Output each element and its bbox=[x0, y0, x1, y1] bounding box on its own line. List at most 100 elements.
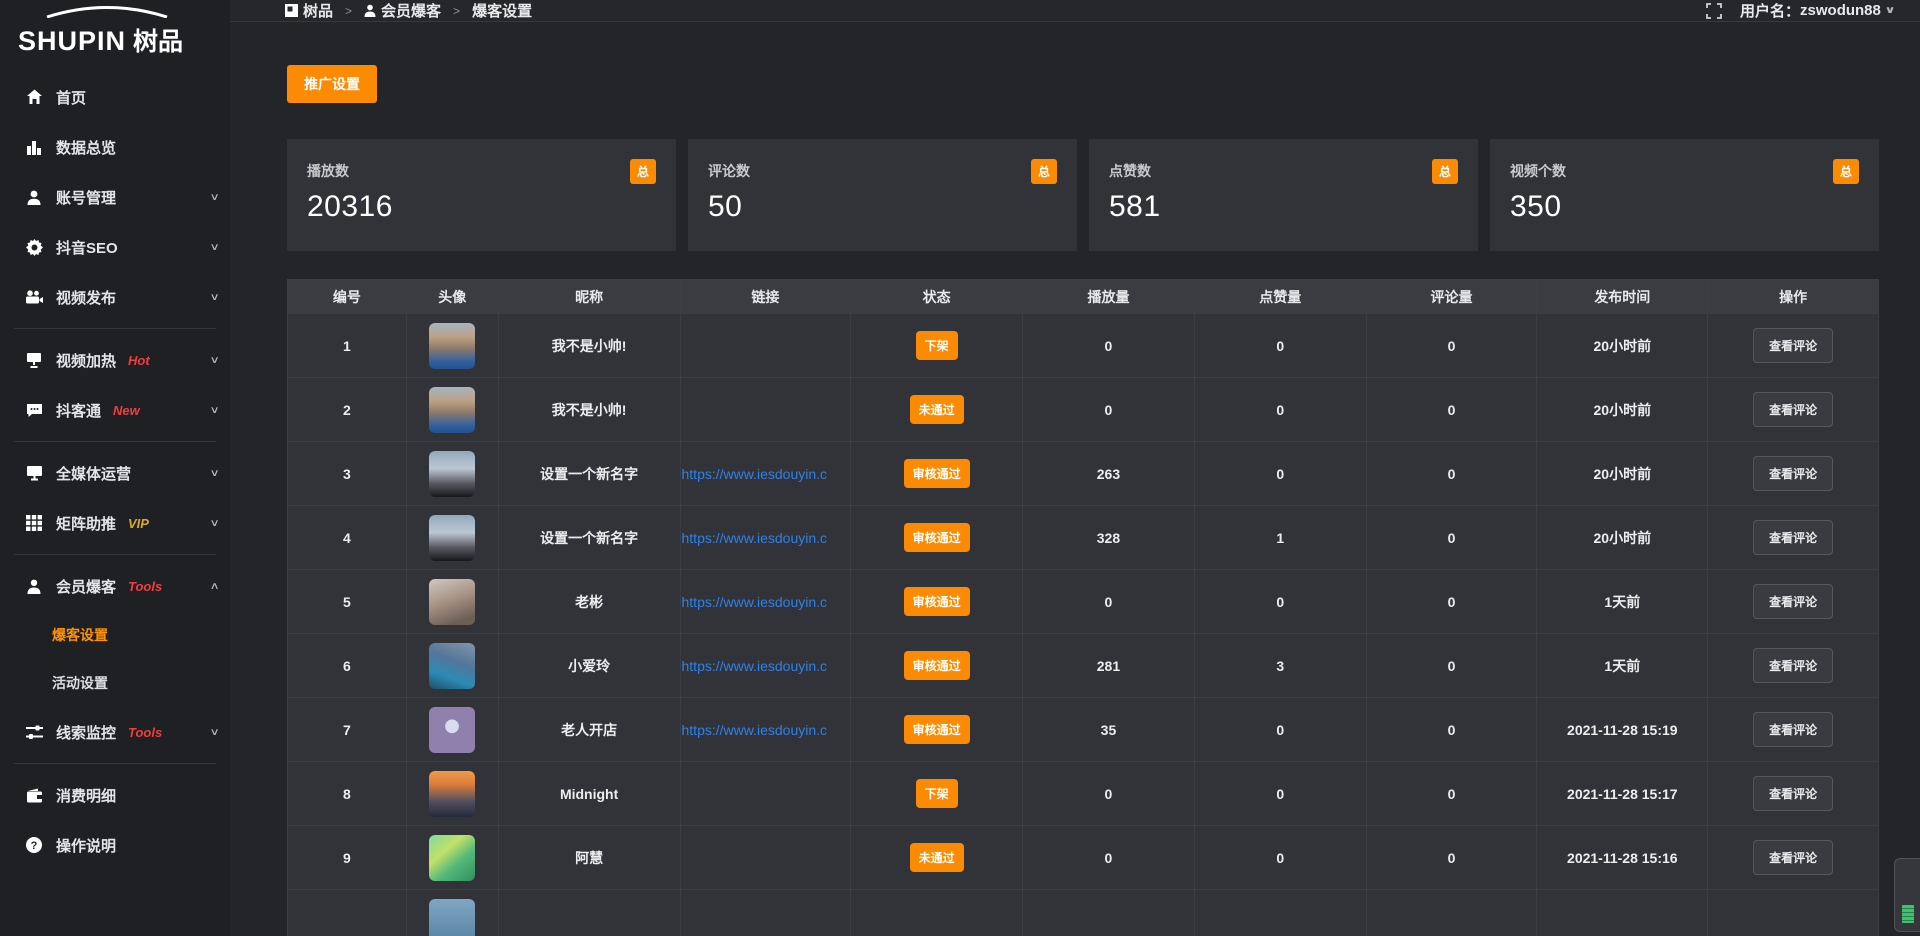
sidebar-item-data-overview[interactable]: 数据总览 bbox=[0, 122, 230, 172]
sidebar-item-douyin-seo[interactable]: 抖音SEO ∨ bbox=[0, 222, 230, 272]
cell-link: https://www.iesdouyin.c bbox=[681, 570, 852, 634]
video-link[interactable]: https://www.iesdouyin.c bbox=[682, 594, 828, 610]
cell-plays: 35 bbox=[1023, 698, 1195, 762]
view-comments-button[interactable]: 查看评论 bbox=[1753, 712, 1833, 747]
view-comments-button[interactable]: 查看评论 bbox=[1753, 584, 1833, 619]
cell-nickname: 小爱玲 bbox=[499, 634, 681, 698]
table-row: 8 Midnight 下架 0 0 0 2021-11-28 15:17 查看评… bbox=[288, 762, 1878, 826]
stat-card-videos: 视频个数 总 350 bbox=[1490, 139, 1879, 251]
sidebar-item-douketong[interactable]: 抖客通 New ∨ bbox=[0, 385, 230, 435]
brand-name-en: SHUPIN bbox=[18, 26, 126, 56]
fullscreen-icon[interactable] bbox=[1706, 3, 1722, 19]
column-header-likes: 点赞量 bbox=[1195, 280, 1367, 314]
sidebar-item-label: 账号管理 bbox=[56, 187, 116, 208]
sidebar-item-instructions[interactable]: ? 操作说明 bbox=[0, 820, 230, 870]
page-content: 推广设置 播放数 总 20316 评论数 总 50 点赞数 总 bbox=[230, 22, 1920, 936]
sidebar-subitem-baoke-settings[interactable]: 爆客设置 bbox=[0, 611, 230, 659]
chevron-down-icon: ∨ bbox=[209, 518, 219, 529]
view-comments-button[interactable]: 查看评论 bbox=[1753, 392, 1833, 427]
cell-nickname: 设置一个新名字 bbox=[499, 506, 681, 570]
cell-avatar bbox=[407, 826, 499, 890]
chevron-down-icon: ∨ bbox=[209, 292, 219, 303]
cell-link bbox=[681, 378, 852, 442]
status-button[interactable]: 审核通过 bbox=[904, 523, 970, 552]
status-button[interactable]: 下架 bbox=[916, 779, 958, 808]
view-comments-button[interactable]: 查看评论 bbox=[1753, 840, 1833, 875]
logo-arc bbox=[44, 6, 170, 18]
view-comments-button[interactable]: 查看评论 bbox=[1753, 328, 1833, 363]
chevron-down-icon: ∨ bbox=[209, 405, 219, 416]
cell-comments bbox=[1367, 890, 1538, 936]
cell-comments: 0 bbox=[1367, 570, 1538, 634]
video-link[interactable]: https://www.iesdouyin.c bbox=[682, 658, 828, 674]
sidebar-item-home[interactable]: 首页 bbox=[0, 72, 230, 122]
video-link[interactable]: https://www.iesdouyin.c bbox=[682, 722, 828, 738]
stat-value: 350 bbox=[1510, 190, 1859, 224]
cell-publish-time: 20小时前 bbox=[1537, 378, 1708, 442]
cell-status: 审核通过 bbox=[851, 442, 1023, 506]
member-icon bbox=[25, 577, 43, 595]
sidebar-item-label: 线索监控 bbox=[56, 722, 116, 743]
sidebar-item-video-heating[interactable]: 视频加热 Hot ∨ bbox=[0, 335, 230, 385]
cell-actions: 查看评论 bbox=[1708, 570, 1878, 634]
tools-badge: Tools bbox=[128, 725, 162, 740]
user-icon bbox=[25, 188, 43, 206]
sidebar: SHUPIN树品 首页 数据总览 账号管理 ∨ 抖音SEO ∨ 视频发布 ∨ bbox=[0, 0, 230, 936]
status-button[interactable]: 审核通过 bbox=[904, 459, 970, 488]
video-link[interactable]: https://www.iesdouyin.c bbox=[682, 466, 828, 482]
sidebar-item-label: 操作说明 bbox=[56, 835, 116, 856]
view-comments-button[interactable]: 查看评论 bbox=[1753, 456, 1833, 491]
column-header-avatar: 头像 bbox=[407, 280, 499, 314]
new-badge: New bbox=[113, 403, 140, 418]
cell-nickname: 老人开店 bbox=[499, 698, 681, 762]
service-float-widget[interactable] bbox=[1894, 858, 1920, 932]
cell-likes: 0 bbox=[1195, 826, 1367, 890]
status-button[interactable]: 下架 bbox=[916, 331, 958, 360]
status-button[interactable]: 审核通过 bbox=[904, 651, 970, 680]
cell-id: 7 bbox=[288, 698, 407, 762]
status-button[interactable]: 审核通过 bbox=[904, 715, 970, 744]
sidebar-item-label: 矩阵助推 bbox=[56, 513, 116, 534]
cell-actions: 查看评论 bbox=[1708, 506, 1878, 570]
stat-cards: 播放数 总 20316 评论数 总 50 点赞数 总 581 bbox=[287, 139, 1879, 251]
stat-label: 播放数 bbox=[307, 159, 349, 181]
sidebar-divider bbox=[14, 328, 216, 329]
sidebar-item-label: 数据总览 bbox=[56, 137, 116, 158]
cell-likes: 1 bbox=[1195, 506, 1367, 570]
main-area: 树品 > 会员爆客 > 爆客设置 用户名：zswodun88 ∨ bbox=[230, 0, 1920, 936]
cell-publish-time bbox=[1537, 890, 1708, 936]
subitem-label: 活动设置 bbox=[52, 673, 108, 693]
sidebar-item-label: 视频发布 bbox=[56, 287, 116, 308]
sidebar-subitem-activity-settings[interactable]: 活动设置 bbox=[0, 659, 230, 707]
cell-status: 未通过 bbox=[851, 378, 1023, 442]
status-button[interactable]: 审核通过 bbox=[904, 587, 970, 616]
sidebar-item-account-mgmt[interactable]: 账号管理 ∨ bbox=[0, 172, 230, 222]
view-comments-button[interactable]: 查看评论 bbox=[1753, 520, 1833, 555]
total-badge: 总 bbox=[1833, 159, 1859, 184]
sidebar-item-video-publish[interactable]: 视频发布 ∨ bbox=[0, 272, 230, 322]
user-menu[interactable]: 用户名：zswodun88 ∨ bbox=[1740, 0, 1894, 21]
monitor-icon bbox=[25, 464, 43, 482]
cell-link bbox=[681, 314, 852, 378]
breadcrumb-item-member-baoke[interactable]: 会员爆客 bbox=[364, 0, 441, 21]
status-button[interactable]: 未通过 bbox=[910, 395, 964, 424]
breadcrumb-item-shupin[interactable]: 树品 bbox=[285, 0, 333, 21]
sidebar-item-label: 会员爆客 bbox=[56, 576, 116, 597]
cell-likes: 0 bbox=[1195, 762, 1367, 826]
sidebar-item-member-baoke[interactable]: 会员爆客 Tools ∧ bbox=[0, 561, 230, 611]
sidebar-item-clue-monitor[interactable]: 线索监控 Tools ∨ bbox=[0, 707, 230, 757]
status-button[interactable]: 未通过 bbox=[910, 843, 964, 872]
view-comments-button[interactable]: 查看评论 bbox=[1753, 648, 1833, 683]
brand-name-cn: 树品 bbox=[133, 28, 183, 56]
cell-id bbox=[288, 890, 407, 936]
video-link[interactable]: https://www.iesdouyin.c bbox=[682, 530, 828, 546]
sidebar-item-all-media[interactable]: 全媒体运营 ∨ bbox=[0, 448, 230, 498]
stat-card-likes: 点赞数 总 581 bbox=[1089, 139, 1478, 251]
avatar bbox=[429, 451, 475, 497]
chevron-up-icon: ∧ bbox=[209, 581, 219, 592]
dashboard-icon bbox=[285, 4, 298, 17]
view-comments-button[interactable]: 查看评论 bbox=[1753, 776, 1833, 811]
sidebar-item-consumption-detail[interactable]: 消费明细 bbox=[0, 770, 230, 820]
promo-settings-button[interactable]: 推广设置 bbox=[287, 65, 377, 103]
sidebar-item-matrix-boost[interactable]: 矩阵助推 VIP ∨ bbox=[0, 498, 230, 548]
